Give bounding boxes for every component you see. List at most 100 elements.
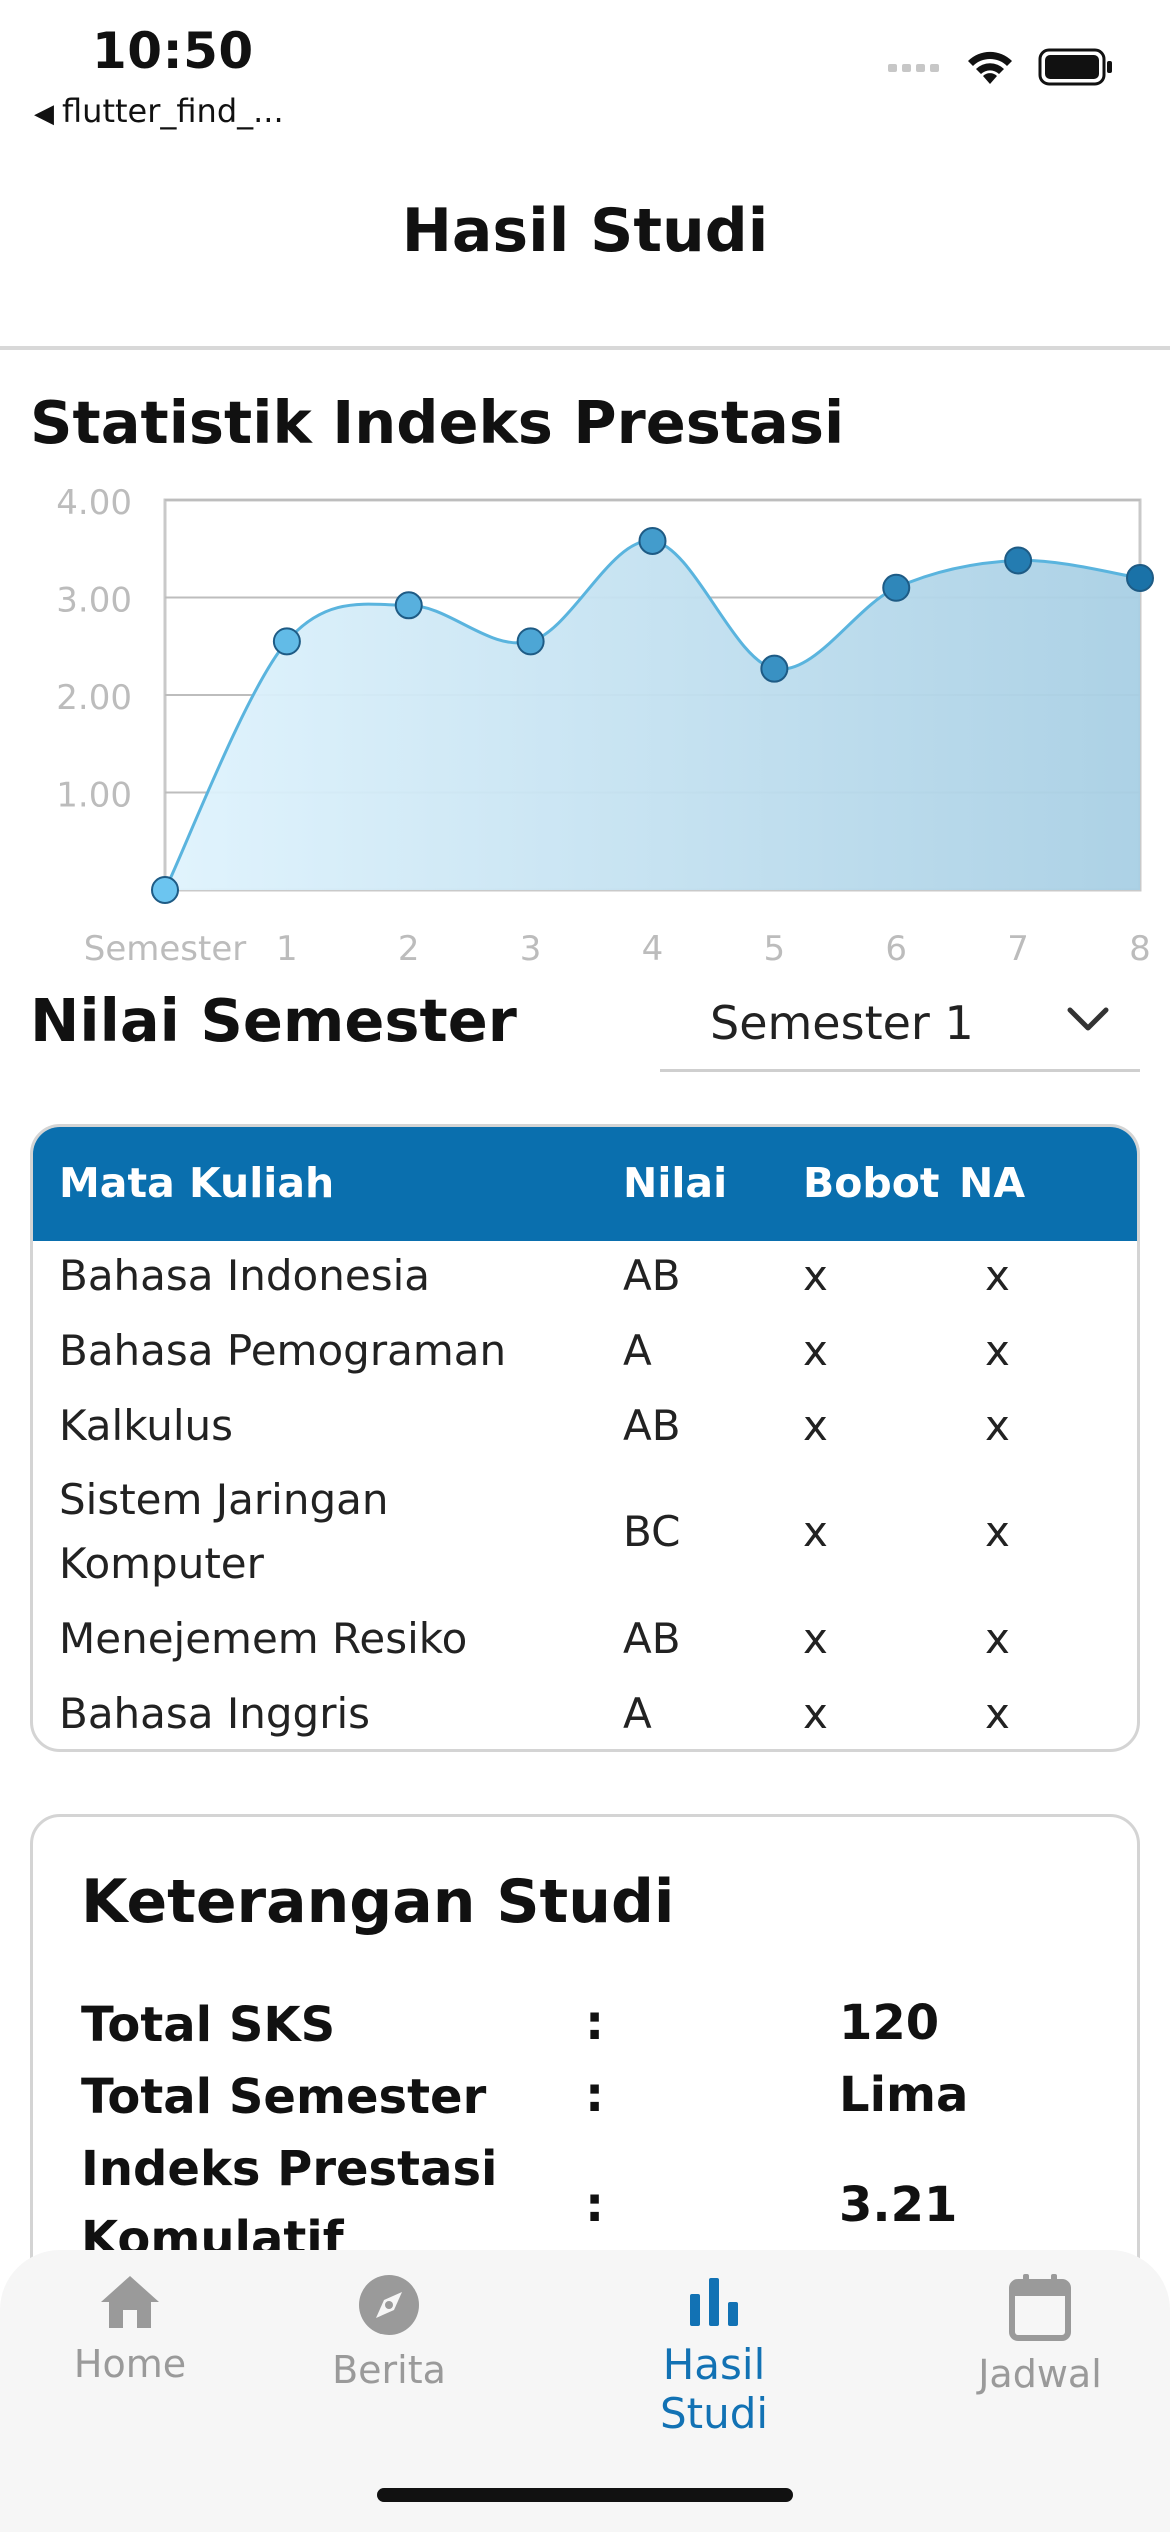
y-tick-label: 1.00 — [56, 776, 132, 816]
data-point — [151, 876, 179, 904]
chart-section-title: Statistik Indeks Prestasi — [30, 388, 845, 457]
cell-bobot: x — [803, 1401, 828, 1450]
x-tick-label: 3 — [520, 929, 542, 969]
info-label: Total Semester — [81, 2069, 487, 2125]
nav-item-jadwal[interactable]: Jadwal — [930, 2272, 1150, 2396]
x-tick-label: 8 — [1129, 929, 1151, 969]
grades-table: Mata Kuliah Nilai Bobot NA Bahasa Indone… — [30, 1124, 1140, 1752]
x-tick-label: Semester — [84, 929, 247, 969]
status-icons — [888, 48, 1114, 86]
data-point — [1004, 546, 1033, 575]
table-row: Bahasa Inggris A x x — [33, 1689, 1137, 1749]
app-bar: Hasil Studi — [0, 140, 1170, 350]
y-tick-label: 3.00 — [56, 581, 132, 621]
table-row: Menejemem Resiko AB x x — [33, 1614, 1137, 1674]
status-bar: 10:50 ◀ flutter_find_... — [0, 0, 1170, 140]
semester-dropdown-value: Semester 1 — [710, 996, 974, 1050]
nav-label: Jadwal — [978, 2352, 1102, 2396]
x-tick-label: 5 — [764, 929, 786, 969]
back-app-label: flutter_find_... — [62, 92, 284, 130]
back-triangle-icon: ◀ — [34, 99, 54, 129]
info-colon: : — [585, 1995, 605, 2051]
semester-dropdown[interactable]: Semester 1 — [660, 982, 1140, 1072]
info-colon: : — [585, 2067, 605, 2123]
calendar-icon — [1009, 2274, 1071, 2341]
cell-bobot: x — [803, 1326, 828, 1375]
cell-nilai: A — [623, 1689, 652, 1738]
cell-mata-kuliah: Kalkulus — [59, 1401, 234, 1450]
data-point — [760, 654, 789, 683]
table-row: Kalkulus AB x x — [33, 1401, 1137, 1461]
table-row: Bahasa Indonesia AB x x — [33, 1251, 1137, 1311]
nav-label: Hasil Studi — [659, 2340, 769, 2438]
info-value: 120 — [839, 1995, 940, 2051]
cell-bobot: x — [803, 1614, 828, 1663]
info-label: Total SKS — [81, 1997, 336, 2053]
data-point — [272, 627, 301, 656]
study-info-title: Keterangan Studi — [81, 1867, 675, 1937]
back-to-app-link[interactable]: ◀ flutter_find_... — [34, 92, 284, 130]
nav-item-berita[interactable]: Berita — [279, 2272, 499, 2392]
y-tick-label: 2.00 — [56, 678, 132, 718]
data-point — [1126, 564, 1154, 592]
signal-icon — [888, 64, 939, 72]
info-value: Lima — [839, 2067, 969, 2123]
cell-nilai: AB — [623, 1614, 681, 1663]
wifi-icon — [968, 51, 1012, 84]
data-point — [882, 573, 911, 602]
info-colon: : — [585, 2177, 605, 2233]
battery-icon — [1038, 48, 1112, 86]
x-tick-label: 6 — [885, 929, 907, 969]
page-title: Hasil Studi — [401, 196, 769, 266]
cell-nilai: AB — [623, 1251, 681, 1300]
nilai-section-title: Nilai Semester — [30, 986, 517, 1055]
header-bobot: Bobot — [803, 1159, 940, 1207]
x-tick-label: 2 — [398, 929, 420, 969]
nav-item-hasil-studi[interactable]: Hasil Studi — [604, 2272, 824, 2438]
cell-mata-kuliah-line2: Komputer — [59, 1539, 264, 1588]
cell-nilai: A — [623, 1326, 652, 1375]
data-point — [394, 591, 423, 620]
data-point — [516, 627, 545, 656]
cell-nilai: AB — [623, 1401, 681, 1450]
table-row: Bahasa Pemograman A x x — [33, 1326, 1137, 1386]
cell-bobot: x — [803, 1251, 828, 1300]
cell-nilai: BC — [623, 1507, 681, 1556]
cell-mata-kuliah: Bahasa Pemograman — [59, 1326, 507, 1375]
cell-na: x — [985, 1251, 1010, 1300]
cell-na: x — [985, 1401, 1010, 1450]
nav-item-home[interactable]: Home — [20, 2272, 240, 2386]
cell-na: x — [985, 1614, 1010, 1663]
cell-mata-kuliah: Menejemem Resiko — [59, 1614, 468, 1663]
cell-na: x — [985, 1689, 1010, 1738]
info-label-line1: Indeks Prestasi — [81, 2141, 498, 2197]
status-time: 10:50 — [92, 22, 254, 80]
cell-mata-kuliah: Bahasa Indonesia — [59, 1251, 430, 1300]
cell-na: x — [985, 1326, 1010, 1375]
cell-na: x — [985, 1507, 1010, 1556]
series-area — [165, 540, 1140, 890]
bar-chart-icon — [690, 2278, 738, 2326]
info-value: 3.21 — [839, 2177, 958, 2233]
ip-line-chart: 1.00 2.00 3.00 4.00 Semester 1 2 3 4 5 6 7 8 — [56, 483, 1154, 969]
compass-icon — [359, 2275, 419, 2335]
nav-label: Berita — [332, 2348, 446, 2392]
x-tick-label: 1 — [276, 929, 298, 969]
x-tick-label: 4 — [642, 929, 664, 969]
cell-bobot: x — [803, 1689, 828, 1738]
x-tick-label: 7 — [1007, 929, 1029, 969]
header-na: NA — [959, 1159, 1026, 1207]
home-indicator — [377, 2488, 793, 2502]
cell-mata-kuliah: Bahasa Inggris — [59, 1689, 371, 1738]
header-mata-kuliah: Mata Kuliah — [59, 1159, 335, 1207]
table-header: Mata Kuliah Nilai Bobot NA — [33, 1127, 1137, 1241]
home-icon — [101, 2276, 159, 2328]
chevron-down-icon — [1067, 1007, 1109, 1031]
y-tick-label: 4.00 — [56, 483, 132, 523]
header-nilai: Nilai — [623, 1159, 728, 1207]
cell-bobot: x — [803, 1507, 828, 1556]
data-point — [638, 526, 667, 555]
nav-label: Home — [73, 2342, 187, 2386]
table-row: Sistem Jaringan Komputer BC x x — [33, 1475, 1137, 1605]
cell-mata-kuliah-line1: Sistem Jaringan — [59, 1475, 389, 1524]
